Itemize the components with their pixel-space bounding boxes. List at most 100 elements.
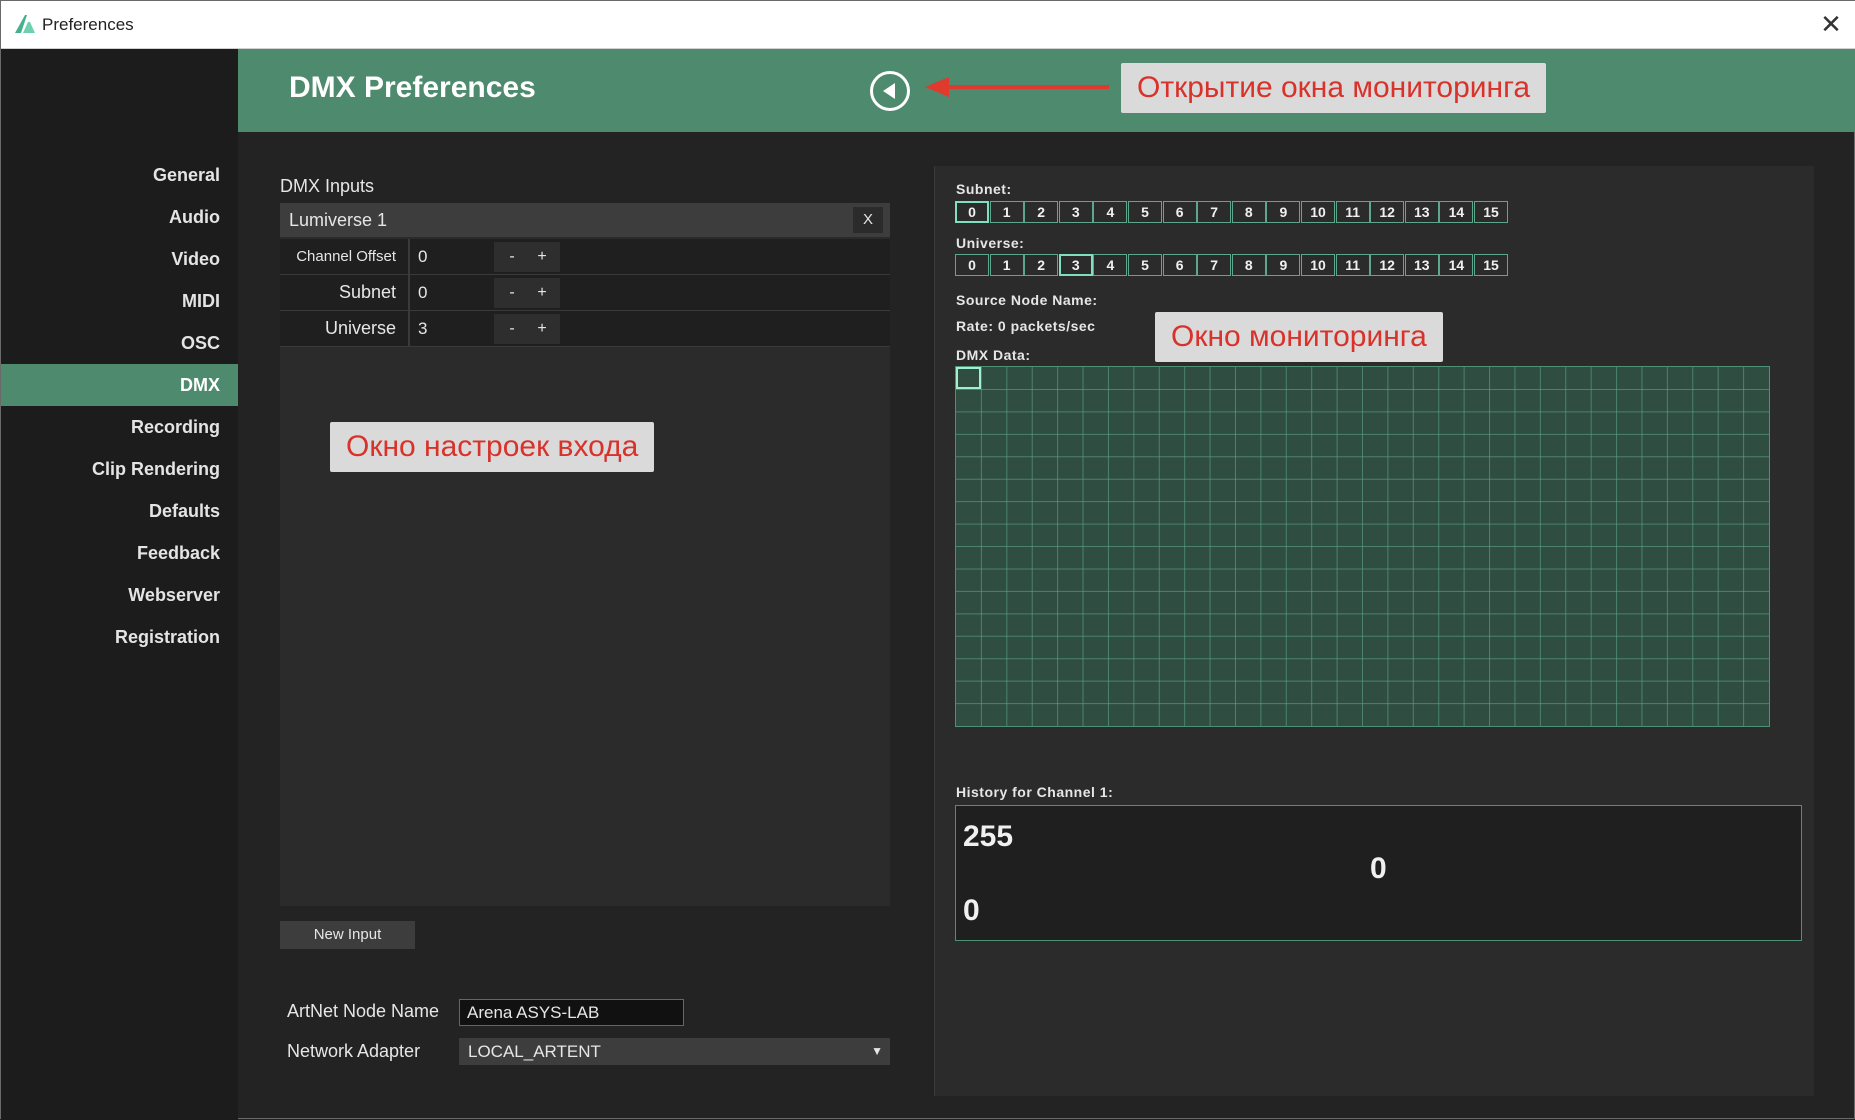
- subnet-option-2[interactable]: 2: [1024, 201, 1059, 223]
- annotation-monitor-window: Окно мониторинга: [1155, 312, 1443, 362]
- sidebar-item-audio[interactable]: Audio: [1, 196, 238, 238]
- new-input-button[interactable]: New Input: [280, 921, 415, 949]
- subnet-option-9[interactable]: 9: [1266, 201, 1301, 223]
- annotation-monitor-open: Открытие окна мониторинга: [1121, 63, 1547, 113]
- channel-offset-plus-button[interactable]: +: [527, 242, 557, 272]
- subnet-option-15[interactable]: 15: [1474, 201, 1508, 223]
- subnet-option-8[interactable]: 8: [1231, 201, 1266, 223]
- universe-option-6[interactable]: 6: [1162, 254, 1197, 276]
- subnet-option-11[interactable]: 11: [1335, 201, 1370, 223]
- subnet-selector-label: Subnet:: [956, 181, 1012, 197]
- universe-option-8[interactable]: 8: [1231, 254, 1266, 276]
- title-bar: Preferences ✕: [1, 1, 1855, 49]
- universe-minus-button[interactable]: -: [497, 314, 527, 344]
- subnet-stepper: - +: [494, 278, 560, 308]
- artnet-node-name-input[interactable]: Arena ASYS-LAB: [459, 999, 684, 1026]
- universe-option-1[interactable]: 1: [989, 254, 1024, 276]
- window-title: Preferences: [42, 15, 134, 34]
- subnet-plus-button[interactable]: +: [527, 278, 557, 308]
- universe-option-4[interactable]: 4: [1093, 254, 1128, 276]
- sidebar-item-recording[interactable]: Recording: [1, 406, 238, 448]
- subnet-minus-button[interactable]: -: [497, 278, 527, 308]
- subnet-option-3[interactable]: 3: [1058, 201, 1093, 223]
- window-close-button[interactable]: ✕: [1806, 1, 1855, 49]
- sidebar-item-video[interactable]: Video: [1, 238, 238, 280]
- history-current-value: 0: [1370, 852, 1387, 885]
- history-label: History for Channel 1:: [956, 784, 1114, 800]
- sidebar-item-dmx[interactable]: DMX: [1, 364, 238, 406]
- subnet-option-6[interactable]: 6: [1162, 201, 1197, 223]
- param-divider: [408, 275, 410, 310]
- dmx-grid-lines: [956, 367, 1769, 726]
- sidebar-item-clip-rendering[interactable]: Clip Rendering: [1, 448, 238, 490]
- sidebar: General Audio Video MIDI OSC DMX Recordi…: [1, 49, 238, 1120]
- monitor-toggle-button[interactable]: [870, 71, 910, 111]
- param-row-subnet: Subnet 0 - +: [280, 275, 890, 311]
- history-min-value: 0: [963, 894, 980, 927]
- universe-option-9[interactable]: 9: [1266, 254, 1301, 276]
- play-left-icon: [883, 83, 895, 99]
- subnet-option-12[interactable]: 12: [1370, 201, 1405, 223]
- sidebar-item-midi[interactable]: MIDI: [1, 280, 238, 322]
- dmx-inputs-panel: Lumiverse 1 X Channel Offset 0 - + Subne…: [280, 203, 890, 906]
- subnet-option-0[interactable]: 0: [955, 201, 989, 223]
- sidebar-item-webserver[interactable]: Webserver: [1, 574, 238, 616]
- lumiverse-remove-button[interactable]: X: [853, 207, 883, 233]
- rate-label: Rate: 0 packets/sec: [956, 318, 1096, 334]
- dmx-data-grid: [955, 366, 1770, 727]
- annotation-arrow-icon: [925, 77, 1109, 97]
- source-node-name-label: Source Node Name:: [956, 292, 1098, 308]
- dmx-inputs-label: DMX Inputs: [280, 176, 375, 196]
- universe-option-0[interactable]: 0: [955, 254, 989, 276]
- app-logo-icon: [15, 15, 35, 33]
- subnet-value[interactable]: 0: [418, 275, 427, 310]
- channel-history-box: 255 0 0: [955, 805, 1802, 941]
- universe-value[interactable]: 3: [418, 311, 427, 346]
- universe-option-7[interactable]: 7: [1197, 254, 1232, 276]
- chevron-down-icon: ▼: [871, 1044, 883, 1058]
- universe-option-10[interactable]: 10: [1301, 254, 1335, 276]
- universe-option-14[interactable]: 14: [1439, 254, 1474, 276]
- param-divider: [408, 239, 410, 274]
- universe-plus-button[interactable]: +: [527, 314, 557, 344]
- sidebar-item-feedback[interactable]: Feedback: [1, 532, 238, 574]
- universe-option-15[interactable]: 15: [1474, 254, 1508, 276]
- lumiverse-title: Lumiverse 1: [289, 210, 388, 230]
- dmx-monitor-panel: Subnet: 0 1 2 3 4 5 6 7 8 9 10 11 12 13 14 15 Universe:…: [934, 166, 1814, 1096]
- annotation-input-settings: Окно настроек входа: [330, 422, 655, 472]
- subnet-label: Subnet: [338, 282, 396, 302]
- history-max-value: 255: [963, 820, 1014, 853]
- sidebar-item-osc[interactable]: OSC: [1, 322, 238, 364]
- subnet-option-5[interactable]: 5: [1128, 201, 1162, 223]
- universe-option-2[interactable]: 2: [1024, 254, 1059, 276]
- channel-offset-value[interactable]: 0: [418, 239, 427, 274]
- page-title: DMX Preferences: [289, 71, 536, 104]
- universe-option-5[interactable]: 5: [1128, 254, 1162, 276]
- sidebar-item-defaults[interactable]: Defaults: [1, 490, 238, 532]
- sidebar-item-registration[interactable]: Registration: [1, 616, 238, 658]
- dmx-channel-cell-selected[interactable]: [956, 367, 981, 389]
- universe-option-11[interactable]: 11: [1335, 254, 1370, 276]
- artnet-node-name-label: ArtNet Node Name: [287, 1001, 440, 1021]
- channel-offset-stepper: - +: [494, 242, 560, 272]
- channel-offset-minus-button[interactable]: -: [497, 242, 527, 272]
- preferences-window: Preferences ✕ General Audio Video MIDI O…: [0, 0, 1855, 1120]
- universe-option-3[interactable]: 3: [1058, 254, 1093, 276]
- network-adapter-label: Network Adapter: [287, 1041, 421, 1061]
- sidebar-item-general[interactable]: General: [1, 154, 238, 196]
- param-divider: [408, 311, 410, 346]
- network-adapter-value: LOCAL_ARTENT: [468, 1042, 601, 1061]
- subnet-option-1[interactable]: 1: [989, 201, 1024, 223]
- channel-offset-label: Channel Offset: [296, 248, 396, 265]
- network-adapter-select[interactable]: LOCAL_ARTENT ▼: [459, 1038, 890, 1065]
- subnet-option-7[interactable]: 7: [1197, 201, 1232, 223]
- universe-option-13[interactable]: 13: [1404, 254, 1439, 276]
- subnet-option-4[interactable]: 4: [1093, 201, 1128, 223]
- universe-option-12[interactable]: 12: [1370, 254, 1405, 276]
- subnet-option-13[interactable]: 13: [1404, 201, 1439, 223]
- subnet-option-10[interactable]: 10: [1301, 201, 1335, 223]
- universe-selector-label: Universe:: [956, 235, 1025, 251]
- subnet-option-14[interactable]: 14: [1439, 201, 1474, 223]
- param-row-universe: Universe 3 - +: [280, 311, 890, 347]
- lumiverse-header: Lumiverse 1 X: [280, 203, 890, 237]
